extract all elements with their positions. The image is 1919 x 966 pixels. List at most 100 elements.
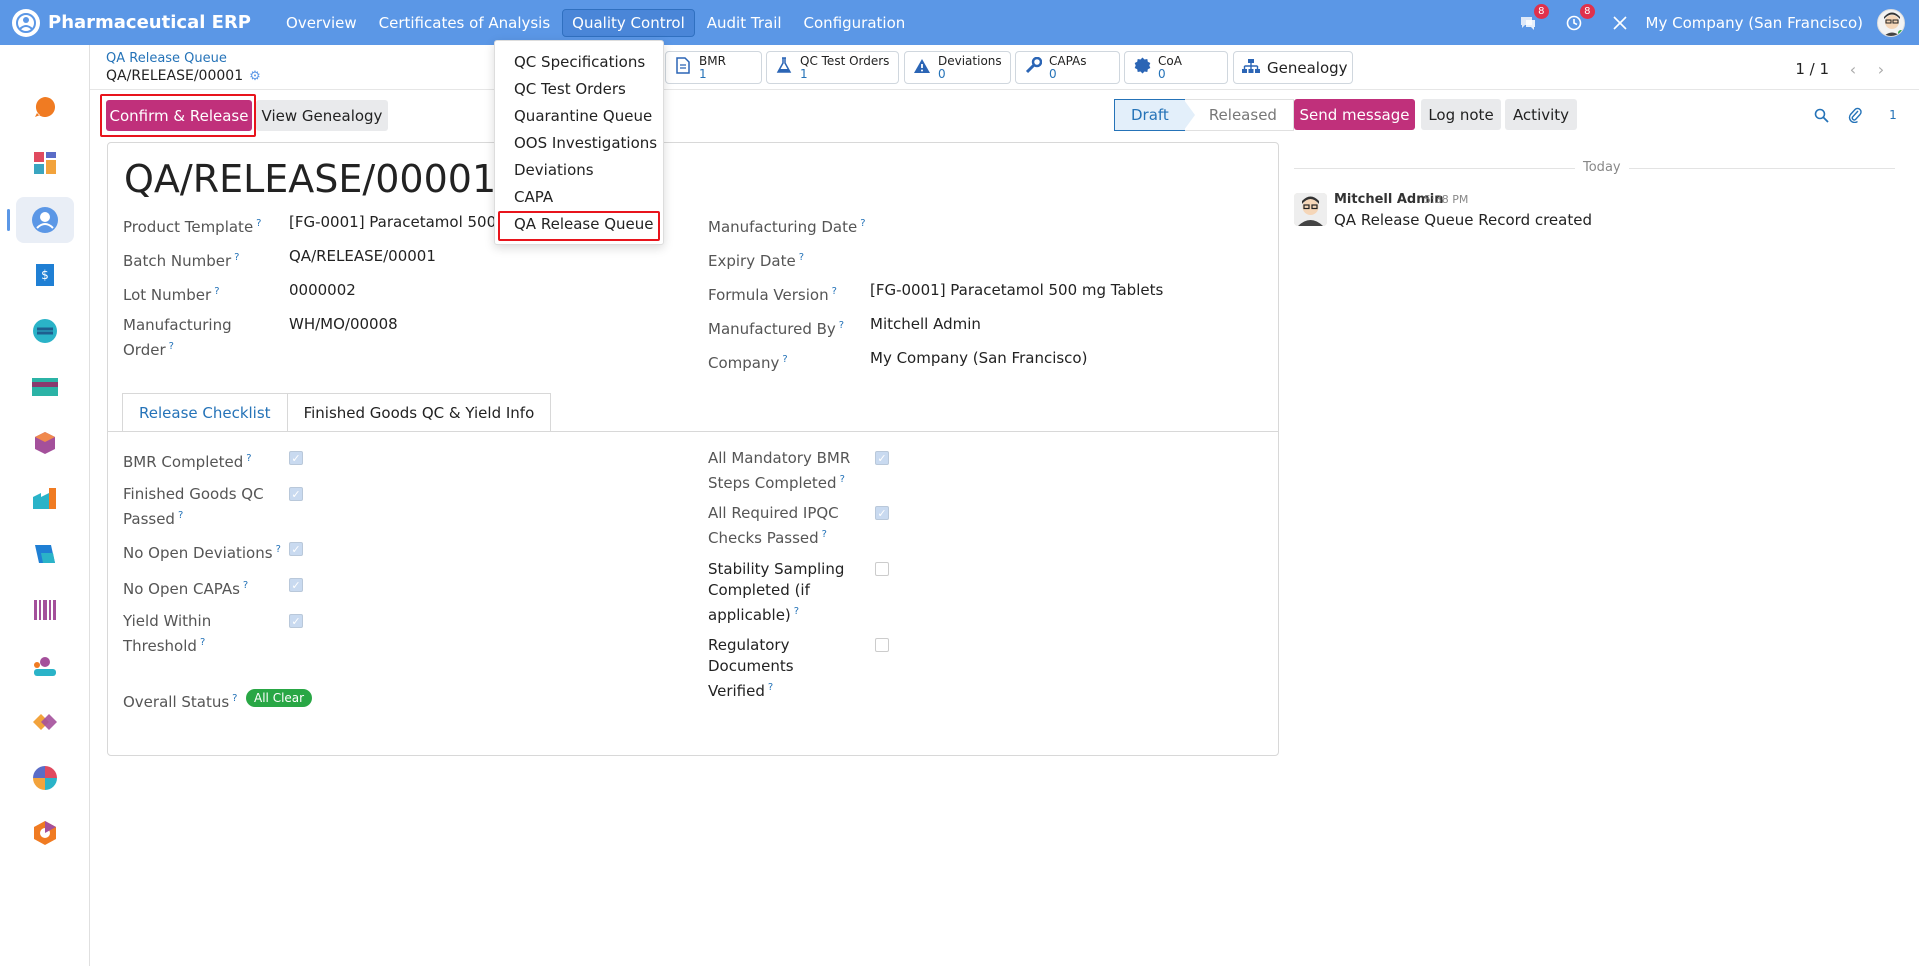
clock-icon[interactable]: 8: [1562, 3, 1595, 35]
sidebar-item-quality[interactable]: [16, 531, 74, 577]
user-avatar[interactable]: [1877, 8, 1905, 37]
checkbox-no-open-capas[interactable]: ✓: [289, 578, 303, 592]
dropdown-item-quarantine-queue[interactable]: Quarantine Queue: [514, 107, 652, 125]
search-icon[interactable]: [1810, 104, 1832, 126]
smart-button-bmr[interactable]: BMR 1: [665, 51, 762, 84]
view-genealogy-button[interactable]: View Genealogy: [256, 100, 388, 131]
menu-configuration[interactable]: Configuration: [795, 10, 915, 36]
checkbox-all-required-ipqc-checks[interactable]: ✓: [875, 506, 889, 520]
tab-divider: [108, 431, 1278, 432]
card-icon: [32, 378, 58, 396]
checkbox-stability-sampling[interactable]: [875, 562, 889, 576]
sidebar-item-discuss[interactable]: [16, 84, 74, 130]
field-formula-version[interactable]: [FG-0001] Paracetamol 500 mg Tablets: [870, 281, 1163, 299]
smart-button-value: 1: [699, 66, 707, 81]
chatter-buttons: Send message Log note Activity: [1294, 99, 1577, 130]
sidebar-item-inventory[interactable]: [16, 420, 74, 466]
pager-value[interactable]: 1 / 1: [1795, 60, 1829, 78]
date-separator-label: Today: [1575, 160, 1629, 175]
app-brand[interactable]: Pharmaceutical ERP: [12, 8, 252, 37]
navbar-systray: 8 8 My Company (San Francisco): [1502, 0, 1905, 45]
smart-button-qc-test-orders[interactable]: QC Test Orders 1: [766, 51, 899, 84]
checkbox-bmr-completed[interactable]: ✓: [289, 451, 303, 465]
app-title: Pharmaceutical ERP: [48, 12, 252, 33]
field-label-expiry-date: Expiry Date?: [708, 252, 805, 270]
chat-icon[interactable]: 8: [1516, 3, 1549, 35]
activity-button[interactable]: Activity: [1505, 99, 1577, 130]
dropdown-item-qc-specifications[interactable]: QC Specifications: [514, 53, 645, 71]
field-manufactured-by[interactable]: Mitchell Admin: [870, 315, 981, 333]
check-label-regulatory-documents: Regulatory Documents Verified?: [708, 636, 794, 700]
sidebar-item-employees[interactable]: [16, 643, 74, 689]
active-marker: [7, 209, 10, 231]
smart-button-label: CoA: [1158, 53, 1182, 68]
field-manufacturing-order[interactable]: WH/MO/00008: [289, 315, 398, 333]
tools-icon[interactable]: [1608, 11, 1632, 35]
company-switcher[interactable]: My Company (San Francisco): [1646, 14, 1863, 32]
sidebar-item-apps[interactable]: [16, 699, 74, 745]
menu-audit-trail[interactable]: Audit Trail: [698, 10, 791, 36]
field-label-product-template: Product Template?: [123, 218, 262, 236]
status-released[interactable]: Released: [1184, 99, 1294, 131]
field-lot-number[interactable]: 0000002: [289, 281, 356, 299]
tab-finished-goods-qc[interactable]: Finished Goods QC & Yield Info: [287, 393, 552, 431]
sidebar-item-manufacturing[interactable]: [16, 475, 74, 521]
smart-button-genealogy[interactable]: Genealogy: [1233, 51, 1353, 84]
sidebar-item-settings[interactable]: [16, 810, 74, 856]
chevron-right-icon[interactable]: ›: [1867, 56, 1895, 82]
message-body: QA Release Queue Record created: [1334, 211, 1592, 229]
checkbox-all-mandatory-bmr-steps[interactable]: ✓: [875, 451, 889, 465]
menu-quality-control[interactable]: Quality Control: [562, 8, 695, 37]
log-note-button[interactable]: Log note: [1421, 99, 1501, 130]
breadcrumb-current: QA/RELEASE/00001 ⚙: [106, 68, 261, 84]
breadcrumb-parent[interactable]: QA Release Queue: [106, 51, 261, 66]
paperclip-icon[interactable]: [1844, 104, 1866, 126]
send-message-button[interactable]: Send message: [1294, 99, 1415, 130]
sidebar-item-accounting[interactable]: [16, 308, 74, 354]
record-title: QA/RELEASE/00001: [124, 157, 497, 201]
checkbox-yield-within-threshold[interactable]: ✓: [289, 614, 303, 628]
dropdown-item-capa[interactable]: CAPA: [514, 188, 553, 206]
smart-button-label: Genealogy: [1267, 58, 1348, 77]
breadcrumb: QA Release Queue QA/RELEASE/00001 ⚙: [106, 51, 261, 84]
dropdown-item-qc-test-orders[interactable]: QC Test Orders: [514, 80, 626, 98]
dropdown-item-oos-investigations[interactable]: OOS Investigations: [514, 134, 657, 152]
smart-button-coa[interactable]: CoA 0: [1124, 51, 1228, 84]
field-company[interactable]: My Company (San Francisco): [870, 349, 1087, 367]
menu-overview[interactable]: Overview: [277, 10, 366, 36]
sidebar-item-dashboard[interactable]: [16, 140, 74, 186]
chevron-left-icon[interactable]: ‹: [1839, 56, 1867, 82]
field-label-batch-number: Batch Number?: [123, 252, 240, 270]
smart-button-capas[interactable]: CAPAs 0: [1015, 51, 1120, 84]
invoice-icon: $: [36, 264, 54, 286]
app-sidebar: $: [0, 45, 90, 966]
smart-button-value: 0: [1049, 66, 1057, 81]
status-draft[interactable]: Draft: [1114, 99, 1197, 131]
hexagon-icon: [34, 821, 56, 845]
sidebar-item-invoicing[interactable]: $: [16, 252, 74, 298]
field-batch-number[interactable]: QA/RELEASE/00001: [289, 247, 436, 265]
check-label-no-open-deviations: No Open Deviations?: [123, 544, 281, 562]
tab-release-checklist[interactable]: Release Checklist: [122, 393, 288, 431]
sitemap-icon: [1242, 58, 1260, 78]
sidebar-item-pharmaceutical-erp[interactable]: [7, 197, 74, 243]
message-author-avatar[interactable]: [1294, 193, 1327, 226]
field-label-formula-version: Formula Version?: [708, 286, 837, 304]
smart-button-deviations[interactable]: Deviations 0: [904, 51, 1011, 84]
sidebar-item-reporting[interactable]: [16, 755, 74, 801]
confirm-release-highlight: [100, 94, 256, 137]
gear-icon[interactable]: ⚙: [249, 69, 261, 84]
followers-icon[interactable]: 1: [1882, 104, 1904, 126]
field-product-template[interactable]: [FG-0001] Paracetamol 500 mg Tablets: [289, 213, 494, 231]
checkbox-no-open-deviations[interactable]: ✓: [289, 542, 303, 556]
overall-status-label: Overall Status?: [123, 693, 238, 711]
checkbox-finished-goods-qc-passed[interactable]: ✓: [289, 487, 303, 501]
sidebar-item-sales[interactable]: [16, 364, 74, 410]
flask-icon: [775, 57, 793, 78]
menu-certificates-of-analysis[interactable]: Certificates of Analysis: [370, 10, 560, 36]
dropdown-item-deviations[interactable]: Deviations: [514, 161, 594, 179]
sidebar-item-barcode[interactable]: [16, 587, 74, 633]
checkbox-regulatory-documents[interactable]: [875, 638, 889, 652]
puzzle-icon: [33, 714, 57, 730]
app-logo-icon: [12, 8, 40, 37]
